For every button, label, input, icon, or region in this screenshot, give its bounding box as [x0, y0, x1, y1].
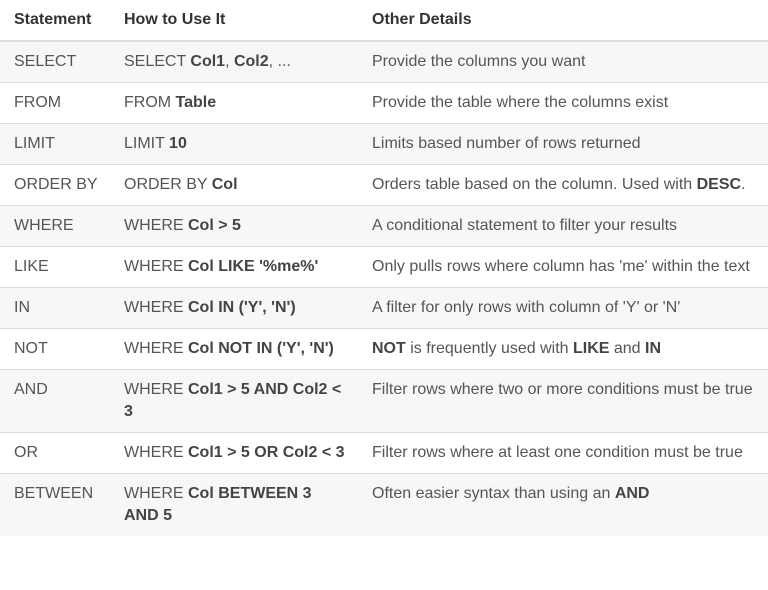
table-row: OR WHERE Col1 > 5 OR Col2 < 3 Filter rows … — [0, 432, 768, 474]
cell-how-to-use: WHERE Col BETWEEN 3 AND 5 — [110, 473, 358, 536]
text: is frequently used with — [405, 340, 573, 357]
cell-statement: OR — [0, 432, 110, 474]
cell-how-to-use: WHERE Col > 5 — [110, 205, 358, 247]
bold-text: LIKE — [572, 340, 610, 357]
cell-statement: LIMIT — [0, 123, 110, 165]
cell-other-details: NOT is frequently used with LIKE and IN — [358, 328, 768, 370]
cell-how-to-use: SELECT Col1, Col2, ... — [110, 41, 358, 83]
text: WHERE — [124, 485, 188, 502]
cell-how-to-use: LIMIT 10 — [110, 123, 358, 165]
header-statement: Statement — [0, 0, 110, 42]
cell-statement: IN — [0, 287, 110, 329]
bold-text: Col IN ('Y', 'N') — [188, 299, 296, 316]
text: . — [741, 176, 746, 193]
cell-statement: AND — [0, 369, 110, 433]
text: FROM — [124, 94, 176, 111]
cell-other-details: Only pulls rows where column has 'me' wi… — [358, 246, 768, 288]
table-row: FROM FROM Table Provide the table where th… — [0, 82, 768, 124]
text: Provide the table where the columns exis… — [372, 94, 669, 111]
cell-other-details: Filter rows where two or more conditions… — [358, 369, 768, 433]
cell-statement: NOT — [0, 328, 110, 370]
cell-how-to-use: FROM Table — [110, 82, 358, 124]
table-row: LIKE WHERE Col LIKE '%me%' Only pulls rows… — [0, 246, 768, 288]
text: , — [225, 53, 234, 70]
cell-statement: LIKE — [0, 246, 110, 288]
text: A filter for only rows with column of 'Y… — [372, 299, 681, 316]
text: Often easier syntax than using an — [372, 485, 615, 502]
bold-text: Col — [211, 176, 238, 193]
cell-other-details: Provide the columns you want — [358, 41, 768, 83]
cell-how-to-use: WHERE Col IN ('Y', 'N') — [110, 287, 358, 329]
cell-statement: BETWEEN — [0, 473, 110, 536]
cell-how-to-use: WHERE Col LIKE '%me%' — [110, 246, 358, 288]
cell-statement: SELECT — [0, 41, 110, 83]
table-row: LIMIT LIMIT 10 Limits based number of rows… — [0, 123, 768, 165]
header-how-to-use: How to Use It — [110, 0, 358, 42]
text: LIMIT — [124, 135, 170, 152]
text: Filter rows where two or more conditions… — [372, 381, 753, 398]
cell-statement: FROM — [0, 82, 110, 124]
table-row: BETWEEN WHERE Col BETWEEN 3 AND 5 Often ea… — [0, 473, 768, 536]
text: WHERE — [124, 258, 188, 275]
text: Orders table based on the column. Used w… — [372, 176, 697, 193]
text: Limits based number of rows returned — [372, 135, 641, 152]
cell-how-to-use: WHERE Col1 > 5 OR Col2 < 3 — [110, 432, 358, 474]
text: SELECT — [124, 53, 191, 70]
bold-text: Col LIKE '%me%' — [188, 258, 319, 275]
cell-other-details: Often easier syntax than using an AND — [358, 473, 768, 536]
text: WHERE — [124, 381, 188, 398]
text: and — [609, 340, 646, 357]
header-row: Statement How to Use It Other Details — [0, 0, 768, 42]
text: WHERE — [124, 340, 188, 357]
cell-other-details: Filter rows where at least one condition… — [358, 432, 768, 474]
bold-text: Col1 — [190, 53, 226, 70]
text: , ... — [268, 53, 291, 70]
text: Provide the columns you want — [372, 53, 586, 70]
bold-text: Col NOT IN ('Y', 'N') — [188, 340, 334, 357]
bold-text: AND — [614, 485, 650, 502]
cell-statement: ORDER BY — [0, 164, 110, 206]
text: A conditional statement to filter your r… — [372, 217, 678, 234]
table-body: SELECT SELECT Col1, Col2, ... Provide the … — [0, 41, 768, 536]
cell-other-details: Provide the table where the columns exis… — [358, 82, 768, 124]
bold-text: Col1 > 5 OR Col2 < 3 — [188, 444, 345, 461]
bold-text: 10 — [169, 135, 187, 152]
bold-text: Col2 — [233, 53, 269, 70]
cell-other-details: A filter for only rows with column of 'Y… — [358, 287, 768, 329]
table-header: Statement How to Use It Other Details — [0, 0, 768, 42]
bold-text: IN — [645, 340, 662, 357]
text: WHERE — [124, 299, 188, 316]
table-row: SELECT SELECT Col1, Col2, ... Provide the … — [0, 41, 768, 83]
bold-text: DESC — [696, 176, 742, 193]
cell-statement: WHERE — [0, 205, 110, 247]
text: WHERE — [124, 444, 188, 461]
table-row: ORDER BY ORDER BY Col Orders table based o… — [0, 164, 768, 206]
table-row: NOT WHERE Col NOT IN ('Y', 'N') NOT is fre… — [0, 328, 768, 370]
cell-how-to-use: WHERE Col NOT IN ('Y', 'N') — [110, 328, 358, 370]
text: ORDER BY — [124, 176, 212, 193]
cell-other-details: Limits based number of rows returned — [358, 123, 768, 165]
header-other-details: Other Details — [358, 0, 768, 42]
cell-other-details: Orders table based on the column. Used w… — [358, 164, 768, 206]
bold-text: Col > 5 — [188, 217, 241, 234]
text: WHERE — [124, 217, 188, 234]
bold-text: NOT — [372, 340, 406, 357]
cell-how-to-use: ORDER BY Col — [110, 164, 358, 206]
text: Filter rows where at least one condition… — [372, 444, 743, 461]
table-row: AND WHERE Col1 > 5 AND Col2 < 3 Filter row… — [0, 369, 768, 433]
text: Only pulls rows where column has 'me' wi… — [372, 258, 750, 275]
bold-text: Table — [175, 94, 217, 111]
cell-how-to-use: WHERE Col1 > 5 AND Col2 < 3 — [110, 369, 358, 433]
table-row: WHERE WHERE Col > 5A conditional statemen… — [0, 205, 768, 247]
sql-statements-table: Statement How to Use It Other Details SE… — [0, 0, 768, 536]
cell-other-details: A conditional statement to filter your r… — [358, 205, 768, 247]
table-row: IN WHERE Col IN ('Y', 'N') A filter for on… — [0, 287, 768, 329]
